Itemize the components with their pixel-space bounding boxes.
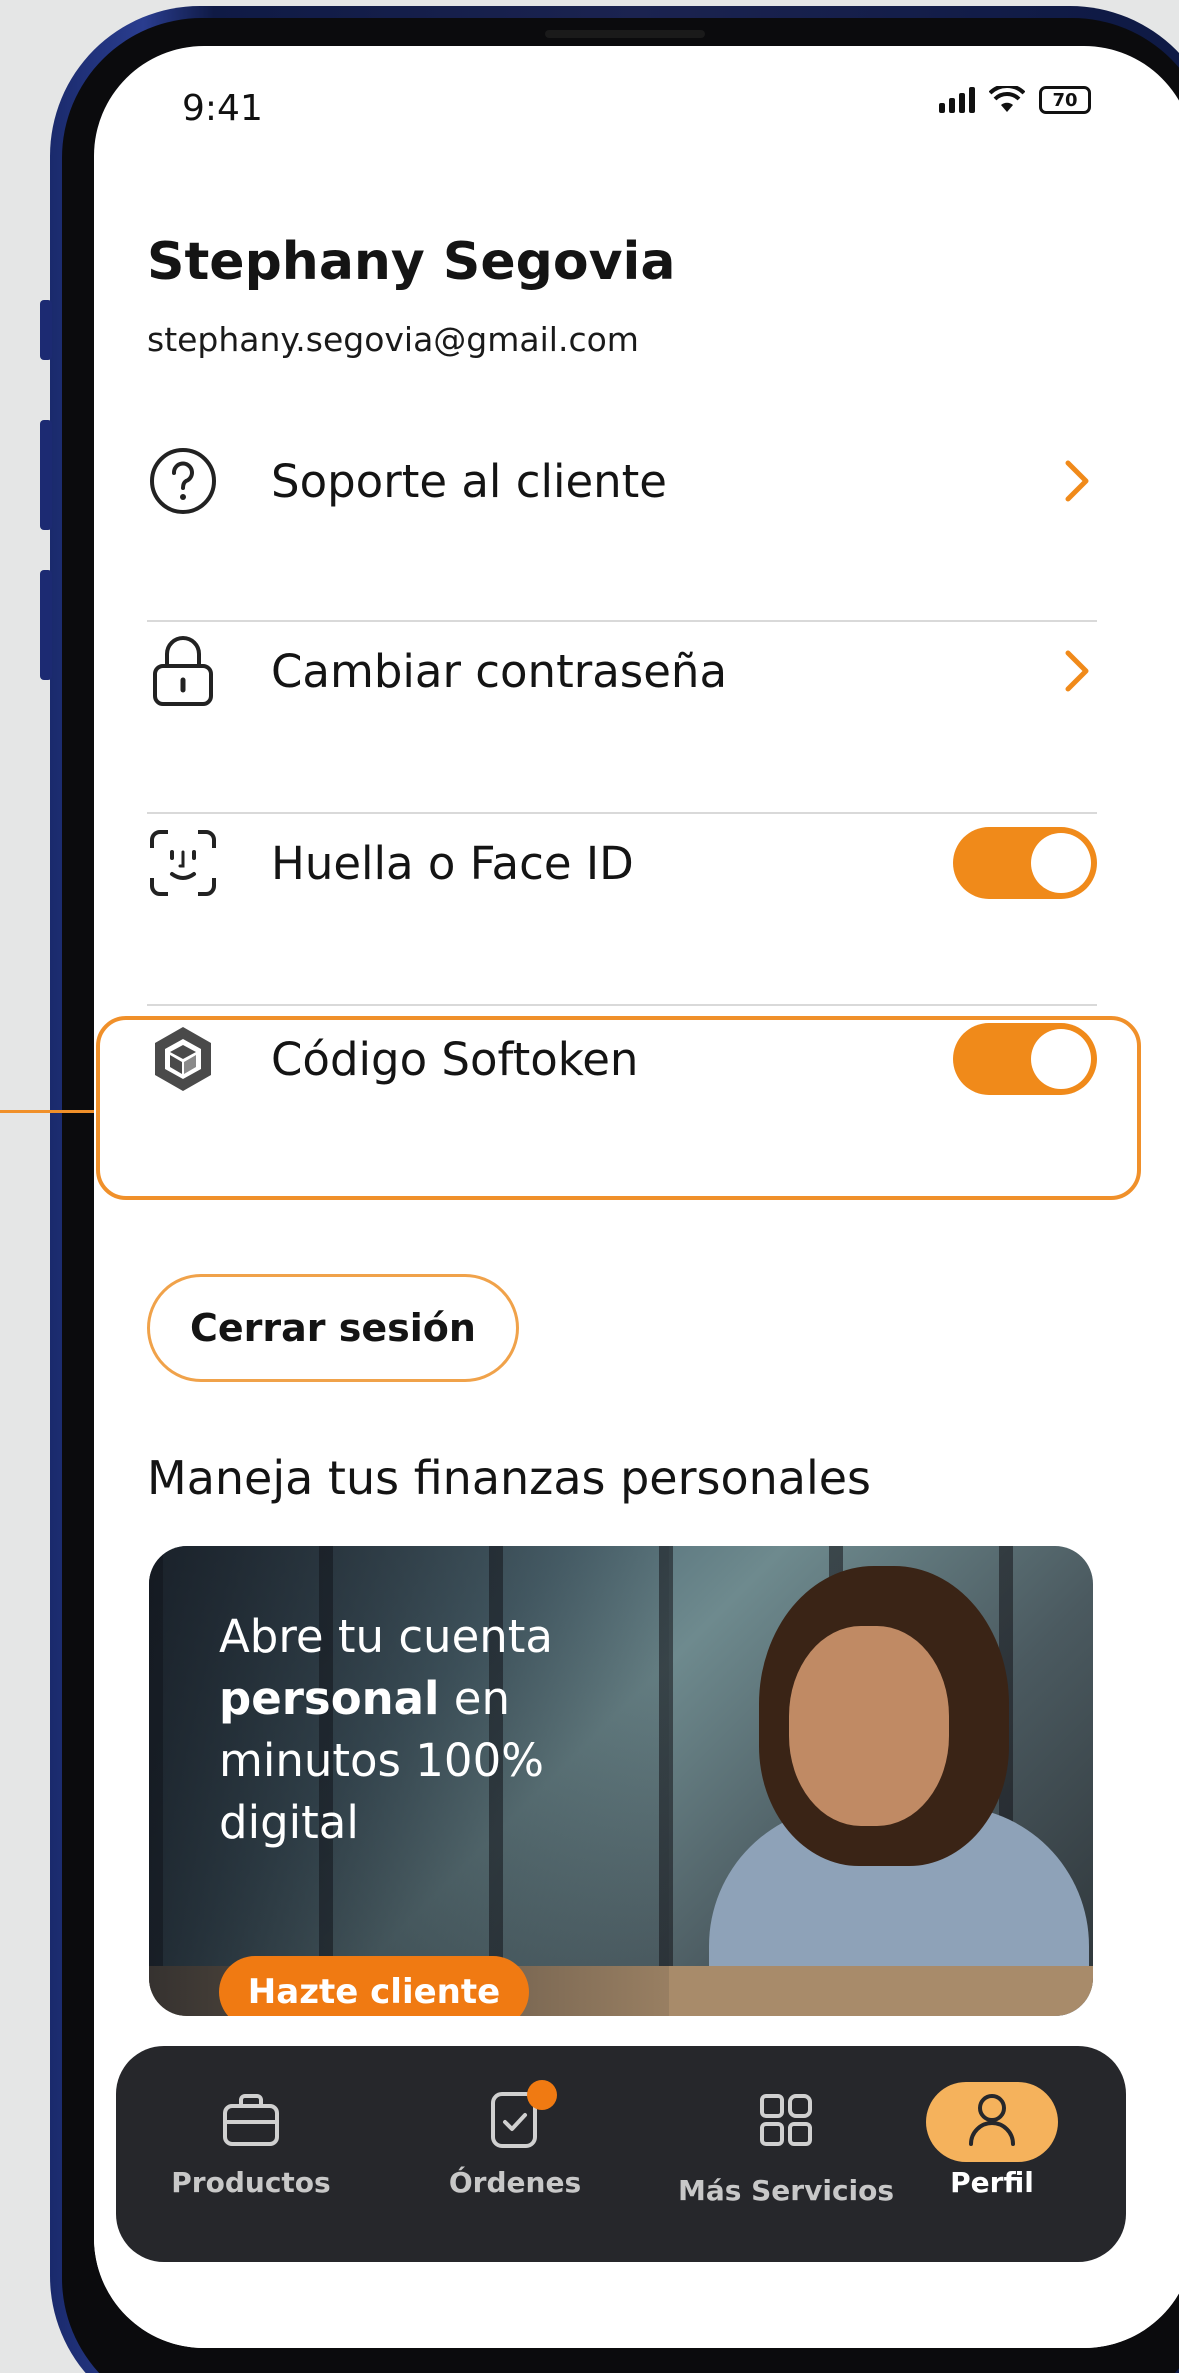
- profile-email: stephany.segovia@gmail.com: [147, 320, 639, 359]
- phone-side-button: [40, 300, 52, 360]
- nav-label: Productos: [171, 2166, 331, 2199]
- nav-item-perfil[interactable]: Perfil: [926, 2046, 1058, 2262]
- banner-line2-rest: en: [439, 1672, 510, 1725]
- nav-item-productos[interactable]: Productos: [171, 2046, 331, 2262]
- phone-speaker: [545, 30, 705, 38]
- section-title: Maneja tus finanzas personales: [147, 1451, 872, 1505]
- nav-label: Órdenes: [448, 2166, 582, 2199]
- menu-item-change-password[interactable]: Cambiar contraseña: [147, 576, 1097, 766]
- briefcase-icon: [219, 2088, 283, 2152]
- face-id-icon: [147, 827, 219, 899]
- orders-icon: [483, 2080, 557, 2152]
- grid-icon: [754, 2088, 818, 2152]
- question-circle-icon: [147, 445, 219, 517]
- app-screen: 9:41 70 Stephany Segovia stephany.segovi…: [94, 46, 1179, 2348]
- banner-line1: Abre tu cuenta: [219, 1610, 554, 1663]
- nav-label: Más Servicios: [677, 2174, 895, 2207]
- chevron-right-icon: [1057, 451, 1097, 511]
- menu-item-label: Cambiar contraseña: [271, 644, 728, 698]
- hazte-cliente-button[interactable]: Hazte cliente: [219, 1956, 529, 2016]
- status-time: 9:41: [182, 88, 263, 129]
- user-icon: [960, 2088, 1024, 2152]
- banner-line4: digital: [219, 1796, 359, 1849]
- lock-icon: [147, 635, 219, 707]
- menu-item-label: Soporte al cliente: [271, 454, 667, 508]
- chevron-right-icon: [1057, 641, 1097, 701]
- status-icons: 70: [939, 86, 1091, 114]
- banner-text: Abre tu cuenta personal en minutos 100% …: [219, 1606, 599, 1854]
- logout-button[interactable]: Cerrar sesión: [147, 1274, 519, 1382]
- highlight-connector-line: [0, 1110, 105, 1113]
- menu-item-label: Huella o Face ID: [271, 836, 634, 890]
- menu-item-softoken: Código Softoken: [147, 964, 1097, 1154]
- banner-line3: minutos 100%: [219, 1734, 544, 1787]
- softoken-toggle[interactable]: [953, 1023, 1097, 1095]
- cellular-signal-icon: [939, 87, 975, 113]
- nav-label: Perfil: [950, 2166, 1034, 2199]
- menu-item-support[interactable]: Soporte al cliente: [147, 386, 1097, 576]
- bottom-nav: Productos Órdenes Más Servicios Perfil: [116, 2046, 1126, 2262]
- wifi-icon: [989, 86, 1025, 112]
- nav-item-mas-servicios[interactable]: Más Servicios: [676, 2046, 896, 2262]
- battery-icon: 70: [1039, 86, 1091, 114]
- phone-volume-down-button: [40, 570, 52, 680]
- promo-banner[interactable]: Abre tu cuenta personal en minutos 100% …: [149, 1546, 1093, 2016]
- phone-volume-up-button: [40, 420, 52, 530]
- banner-line2-bold: personal: [219, 1672, 440, 1725]
- notification-badge: [527, 2080, 557, 2110]
- nav-item-ordenes[interactable]: Órdenes: [440, 2046, 590, 2262]
- menu-item-label: Código Softoken: [271, 1032, 639, 1086]
- softoken-cube-icon: [147, 1023, 219, 1095]
- menu-item-face-id: Huella o Face ID: [147, 768, 1097, 958]
- profile-name: Stephany Segovia: [147, 232, 676, 292]
- face-id-toggle[interactable]: [953, 827, 1097, 899]
- banner-photo-face: [789, 1626, 949, 1826]
